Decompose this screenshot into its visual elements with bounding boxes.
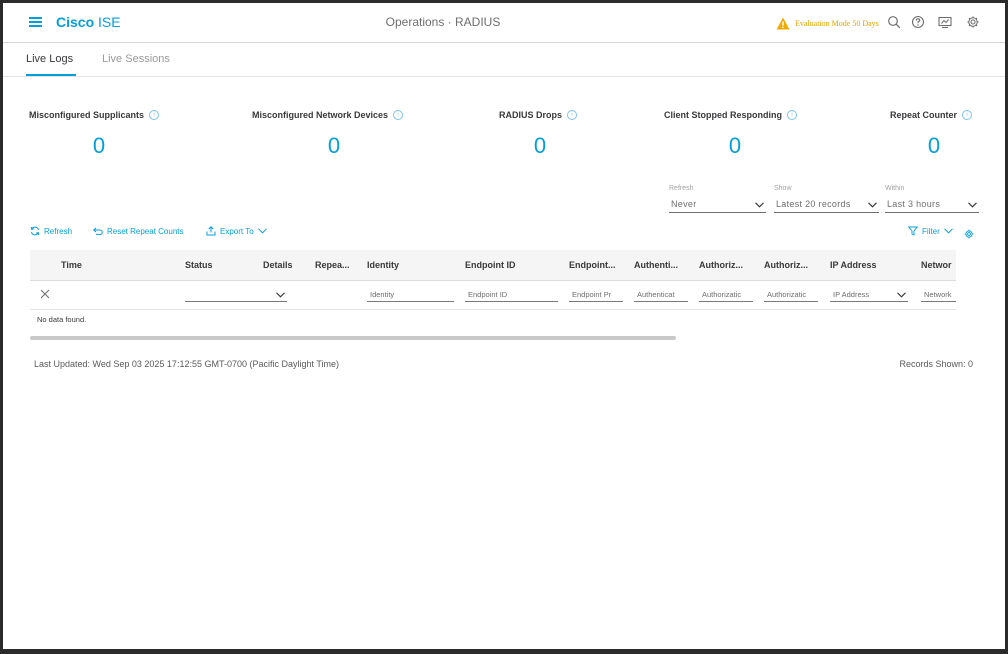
info-icon[interactable]: i (149, 110, 160, 120)
endpoint-id-filter-placeholder: Endpoint ID (468, 290, 508, 299)
evaluation-mode-text: Evaluation Mode 50 Days (795, 18, 879, 28)
metric-label-text: Repeat Counter (890, 110, 958, 120)
network-filter-placeholder: Network (924, 290, 952, 299)
show-records-value: Latest 20 records (776, 199, 851, 209)
column-header-time[interactable]: Time (61, 260, 82, 270)
top-header: Cisco ISE Operations · RADIUS Evaluation… (3, 3, 1005, 43)
column-header-endpoint-id[interactable]: Endpoint ID (465, 260, 516, 270)
metric-label-repeat-counter: Repeat Counter i (890, 110, 973, 120)
chevron-down-icon (276, 292, 285, 298)
identity-filter-placeholder: Identity (370, 290, 395, 299)
filter-button-label: Filter (922, 226, 940, 236)
table-settings-gear-icon[interactable] (964, 229, 974, 239)
tab-live-sessions[interactable]: Live Sessions (102, 53, 170, 65)
refresh-button-label: Refresh (44, 226, 73, 236)
info-icon[interactable]: i (962, 110, 973, 120)
metric-label-text: RADIUS Drops (499, 110, 563, 120)
metric-label-misconfigured-supplicants: Misconfigured Supplicants i (29, 110, 160, 120)
tab-live-logs[interactable]: Live Logs (26, 53, 73, 65)
column-header-ip-address[interactable]: IP Address (830, 260, 877, 270)
active-tab-indicator (26, 74, 76, 76)
column-header-authorization-1[interactable]: Authoriz... (699, 260, 743, 270)
authentication-filter-input[interactable]: Authenticat (634, 286, 688, 302)
filter-button[interactable]: Filter (908, 226, 953, 236)
ip-address-filter-select[interactable]: IP Address (830, 286, 908, 302)
evaluation-mode-badge[interactable]: Evaluation Mode 50 Days (776, 16, 879, 30)
chevron-down-icon (755, 202, 764, 208)
metric-label-text: Misconfigured Supplicants (29, 110, 145, 120)
app-window: Cisco ISE Operations · RADIUS Evaluation… (3, 3, 1005, 649)
within-time-select[interactable]: Last 3 hours (885, 196, 979, 213)
ip-address-filter-placeholder: IP Address (833, 290, 870, 299)
identity-filter-input[interactable]: Identity (367, 286, 454, 302)
page-title: Operations · RADIUS (385, 15, 501, 29)
info-icon[interactable]: i (393, 110, 404, 120)
last-updated-text: Last Updated: Wed Sep 03 2025 17:12:55 G… (34, 359, 340, 369)
chevron-down-icon (257, 228, 267, 234)
horizontal-scrollbar[interactable] (30, 336, 676, 340)
help-icon[interactable] (911, 15, 925, 29)
filter-icon (908, 226, 918, 236)
endpoint-profile-filter-input[interactable]: Endpoint Pr (569, 286, 623, 302)
chevron-down-icon (897, 292, 906, 298)
close-icon[interactable] (40, 289, 50, 299)
metric-value-repeat-counter[interactable]: 0 (914, 133, 954, 159)
status-filter-select[interactable] (185, 286, 287, 302)
metric-label-client-stopped-responding: Client Stopped Responding i (664, 110, 797, 120)
export-icon (206, 226, 216, 236)
within-filter-label: Within (885, 185, 905, 192)
network-filter-input[interactable]: Network (921, 286, 956, 302)
endpoint-profile-filter-placeholder: Endpoint Pr (572, 290, 612, 299)
refresh-interval-select[interactable]: Never (669, 196, 766, 213)
metric-label-text: Misconfigured Network Devices (252, 110, 389, 120)
column-header-endpoint-profile[interactable]: Endpoint... (569, 260, 616, 270)
chevron-down-icon (968, 202, 977, 208)
refresh-icon (30, 226, 40, 236)
metric-value-misconfigured-supplicants[interactable]: 0 (79, 133, 119, 159)
within-time-value: Last 3 hours (887, 199, 941, 209)
column-header-details[interactable]: Details (263, 260, 293, 270)
column-header-authorization-2[interactable]: Authoriz... (764, 260, 808, 270)
metric-value-client-stopped-responding[interactable]: 0 (715, 133, 755, 159)
records-shown-text: Records Shown: 0 (899, 359, 973, 369)
endpoint-id-filter-input[interactable]: Endpoint ID (465, 286, 558, 302)
show-records-select[interactable]: Latest 20 records (774, 196, 879, 213)
reset-icon (93, 227, 103, 235)
empty-table-message: No data found. (37, 315, 87, 324)
gear-icon[interactable] (966, 15, 980, 29)
reset-repeat-counts-button[interactable]: Reset Repeat Counts (93, 226, 184, 236)
metric-label-misconfigured-network-devices: Misconfigured Network Devices i (252, 110, 404, 120)
column-header-status[interactable]: Status (185, 260, 213, 270)
info-icon[interactable]: i (567, 110, 578, 120)
show-filter-label: Show (774, 185, 792, 192)
table-filter-row: Identity Endpoint ID Endpoint Pr Authent… (30, 281, 956, 310)
refresh-button[interactable]: Refresh (30, 226, 72, 236)
refresh-filter-label: Refresh (669, 185, 694, 192)
column-header-identity[interactable]: Identity (367, 260, 399, 270)
authorization-2-filter-placeholder: Authorizatic (767, 290, 807, 299)
metric-label-text: Client Stopped Responding (664, 110, 782, 120)
export-to-button[interactable]: Export To (206, 226, 267, 236)
info-icon[interactable]: i (787, 110, 797, 120)
column-header-repeat[interactable]: Repea... (315, 260, 350, 270)
authorization-1-filter-input[interactable]: Authorizatic (699, 286, 753, 302)
authorization-2-filter-input[interactable]: Authorizatic (764, 286, 818, 302)
metric-value-radius-drops[interactable]: 0 (520, 133, 560, 159)
metric-value-misconfigured-network-devices[interactable]: 0 (314, 133, 354, 159)
metric-label-radius-drops: RADIUS Drops i (499, 110, 578, 120)
notifications-icon[interactable] (938, 15, 952, 29)
refresh-interval-value: Never (671, 199, 697, 209)
warning-icon (776, 17, 790, 29)
authentication-filter-placeholder: Authenticat (637, 290, 675, 299)
column-header-authentication[interactable]: Authenti... (634, 260, 678, 270)
export-to-label: Export To (220, 226, 254, 236)
chevron-down-icon (943, 228, 953, 234)
tab-bar: Live Logs Live Sessions (3, 43, 1005, 77)
reset-repeat-counts-label: Reset Repeat Counts (107, 226, 184, 236)
search-icon[interactable] (887, 15, 901, 29)
chevron-down-icon (868, 202, 877, 208)
table-header: Time Status Details Repea... Identity En… (30, 250, 956, 281)
column-header-network[interactable]: Networ (921, 260, 952, 270)
authorization-1-filter-placeholder: Authorizatic (702, 290, 742, 299)
